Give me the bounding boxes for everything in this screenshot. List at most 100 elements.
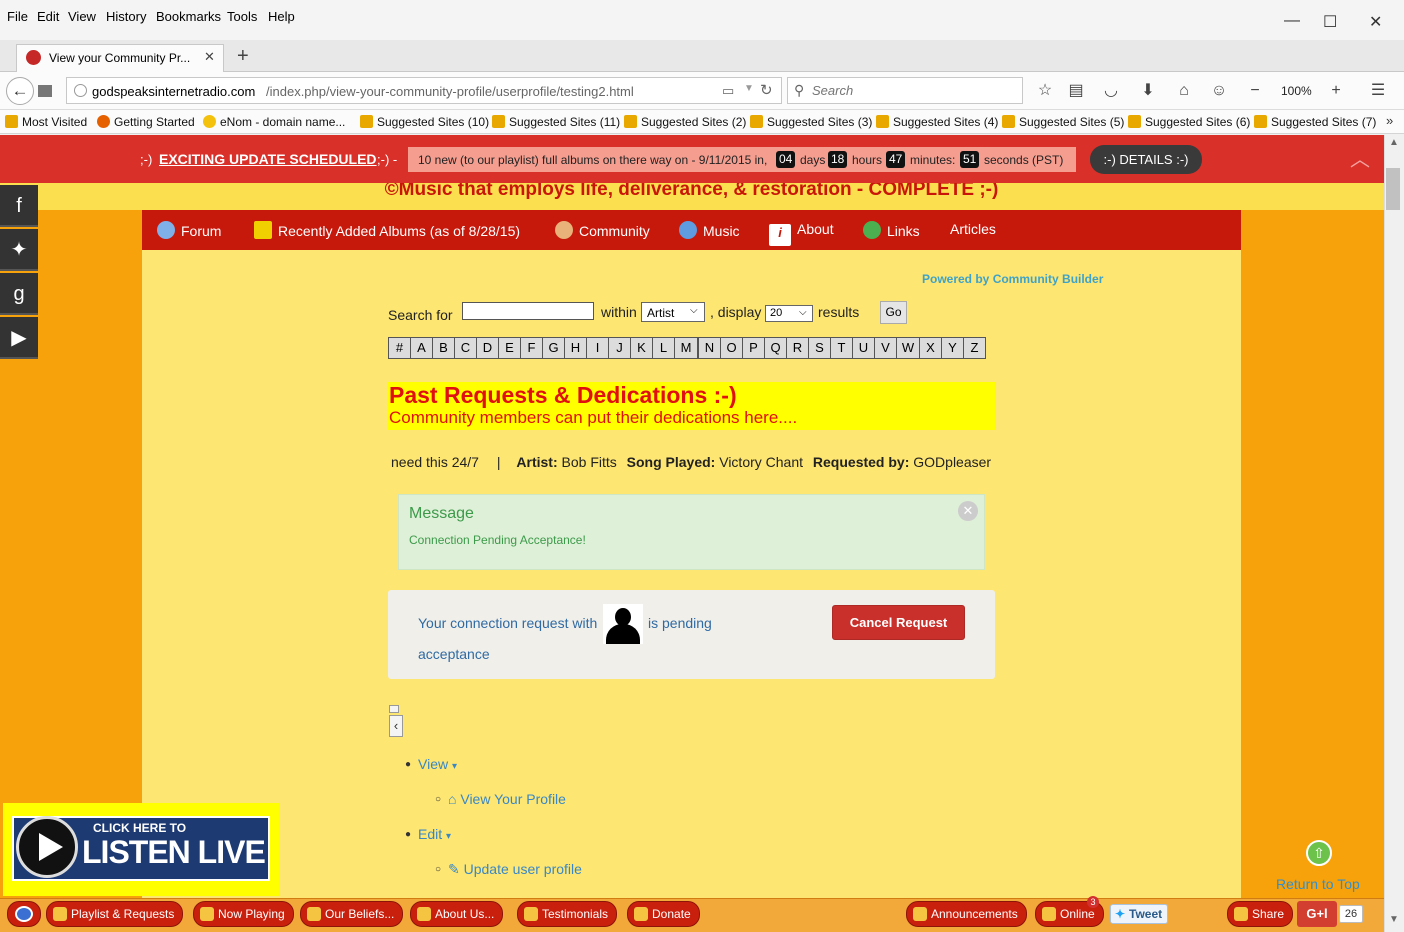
reader-view-icon[interactable]: ▭ [722, 83, 734, 99]
menu-tools[interactable]: Tools [227, 9, 257, 24]
alpha-filter-w[interactable]: W [896, 337, 920, 359]
hamburger-menu-icon[interactable]: ☰ [1366, 80, 1390, 102]
announcements-button[interactable]: Announcements [906, 901, 1027, 927]
scrollbar[interactable]: ▲ ▼ [1384, 135, 1404, 932]
alpha-filter-i[interactable]: I [586, 337, 609, 359]
radio-logo-icon[interactable] [7, 901, 41, 927]
alpha-filter-d[interactable]: D [476, 337, 499, 359]
alpha-filter-o[interactable]: O [720, 337, 743, 359]
bookmark-star-icon[interactable]: ☆ [1033, 80, 1057, 102]
arrow-up-icon[interactable]: ⇧ [1306, 840, 1332, 866]
view-your-profile-link[interactable]: ⌂ View Your Profile [448, 791, 566, 807]
menu-bookmarks[interactable]: Bookmarks [156, 9, 221, 24]
close-window-icon[interactable]: ✕ [1369, 12, 1382, 32]
bookmark-suggested-5[interactable]: Suggested Sites (5) [1002, 115, 1124, 129]
powered-by-link[interactable]: Powered by Community Builder [922, 272, 1103, 286]
listen-live-button[interactable]: CLICK HERE TO LISTEN LIVE [12, 816, 270, 881]
nav-music[interactable]: Music [679, 221, 740, 239]
donate-button[interactable]: Donate [627, 901, 700, 927]
return-to-top-link[interactable]: Return to Top [1276, 876, 1360, 892]
alpha-filter-t[interactable]: T [830, 337, 853, 359]
share-button[interactable]: Share [1227, 901, 1294, 927]
menu-help[interactable]: Help [268, 9, 295, 24]
alpha-filter-v[interactable]: V [874, 337, 897, 359]
twitter-icon[interactable]: ✦ [0, 229, 38, 271]
profile-edit-menu[interactable]: Edit ▾ [418, 826, 451, 842]
bookmark-suggested-2[interactable]: Suggested Sites (2) [624, 115, 746, 129]
zoom-level[interactable]: 100% [1281, 84, 1312, 98]
update-user-profile-link[interactable]: ✎ Update user profile [448, 861, 582, 878]
bookmark-suggested-10[interactable]: Suggested Sites (10) [360, 115, 489, 129]
collapse-menu-button[interactable]: ‹ [389, 715, 403, 737]
downloads-icon[interactable]: ⬇ [1136, 80, 1160, 102]
alpha-filter-f[interactable]: F [520, 337, 543, 359]
bookmark-suggested-6[interactable]: Suggested Sites (6) [1128, 115, 1250, 129]
zoom-in-icon[interactable]: + [1324, 80, 1348, 102]
alpha-filter-r[interactable]: R [786, 337, 809, 359]
youtube-icon[interactable]: ▶ [0, 317, 38, 359]
nav-community[interactable]: Community [555, 221, 650, 239]
menu-edit[interactable]: Edit [37, 9, 59, 24]
alpha-filter-hash[interactable]: # [388, 337, 411, 359]
alpha-filter-u[interactable]: U [852, 337, 875, 359]
site-identity-icon[interactable] [74, 84, 87, 97]
alpha-filter-a[interactable]: A [410, 337, 433, 359]
details-button[interactable]: :-) DETAILS :-) [1090, 145, 1202, 174]
nav-articles[interactable]: Articles [950, 221, 996, 237]
pocket-icon[interactable]: ◡ [1099, 80, 1123, 102]
menu-view[interactable]: View [68, 9, 96, 24]
alpha-filter-h[interactable]: H [564, 337, 587, 359]
reload-icon[interactable]: ↻ [760, 81, 773, 99]
scroll-up-icon[interactable]: ▲ [1389, 137, 1399, 148]
alpha-filter-b[interactable]: B [432, 337, 455, 359]
bookmark-most-visited[interactable]: Most Visited [5, 115, 87, 129]
playlist-requests-button[interactable]: Playlist & Requests [46, 901, 184, 927]
maximize-icon[interactable]: ☐ [1323, 12, 1337, 32]
tab-close-icon[interactable]: ✕ [204, 49, 215, 65]
nav-about[interactable]: i About [769, 221, 834, 246]
menu-file[interactable]: File [7, 9, 28, 24]
alpha-filter-q[interactable]: Q [764, 337, 787, 359]
search-bar[interactable]: ⚲ [787, 77, 1023, 104]
alpha-filter-l[interactable]: L [652, 337, 675, 359]
bookmark-suggested-3[interactable]: Suggested Sites (3) [750, 115, 872, 129]
google-plus-button[interactable]: G+l [1297, 901, 1337, 927]
avatar[interactable] [603, 604, 643, 644]
alpha-filter-p[interactable]: P [742, 337, 765, 359]
display-count-select[interactable]: 20 ⌵ [765, 305, 813, 322]
bookmark-suggested-4[interactable]: Suggested Sites (4) [876, 115, 998, 129]
our-beliefs-button[interactable]: Our Beliefs... [300, 901, 404, 927]
collapse-banner-icon[interactable]: ︿ [1350, 143, 1370, 172]
bookmarks-overflow-icon[interactable]: » [1386, 113, 1393, 128]
alpha-filter-j[interactable]: J [608, 337, 631, 359]
bookmark-suggested-11[interactable]: Suggested Sites (11) [492, 115, 620, 129]
alpha-filter-z[interactable]: Z [963, 337, 986, 359]
alpha-filter-e[interactable]: E [498, 337, 521, 359]
menu-history[interactable]: History [106, 9, 146, 24]
community-search-input[interactable] [462, 302, 594, 320]
about-us-button[interactable]: About Us... [410, 901, 504, 927]
reading-list-icon[interactable]: ▤ [1064, 80, 1088, 102]
scroll-thumb[interactable] [1386, 168, 1400, 210]
nav-forum[interactable]: Forum [157, 221, 221, 239]
alpha-filter-y[interactable]: Y [941, 337, 964, 359]
bookmark-suggested-7[interactable]: Suggested Sites (7) [1254, 115, 1376, 129]
now-playing-button[interactable]: Now Playing [193, 901, 294, 927]
go-button[interactable]: Go [880, 301, 907, 324]
alpha-filter-k[interactable]: K [630, 337, 653, 359]
alpha-filter-c[interactable]: C [454, 337, 477, 359]
home-icon[interactable]: ⌂ [1172, 80, 1196, 102]
browser-tab[interactable]: View your Community Pr... ✕ [16, 44, 224, 73]
page-info-icon[interactable] [38, 85, 52, 97]
alpha-filter-m[interactable]: M [674, 337, 698, 359]
nav-recent-albums[interactable]: Recently Added Albums (as of 8/28/15) [254, 221, 520, 239]
dropdown-icon[interactable]: ▼ [744, 83, 754, 94]
cancel-request-button[interactable]: Cancel Request [832, 605, 965, 640]
tweet-button[interactable]: ✦ Tweet [1110, 904, 1168, 924]
new-tab-icon[interactable]: + [237, 45, 249, 68]
nav-links[interactable]: Links [863, 221, 920, 239]
toggle-checkbox[interactable] [389, 705, 399, 713]
google-icon[interactable]: g [0, 273, 38, 315]
alpha-filter-n[interactable]: N [698, 337, 721, 359]
alpha-filter-x[interactable]: X [919, 337, 942, 359]
